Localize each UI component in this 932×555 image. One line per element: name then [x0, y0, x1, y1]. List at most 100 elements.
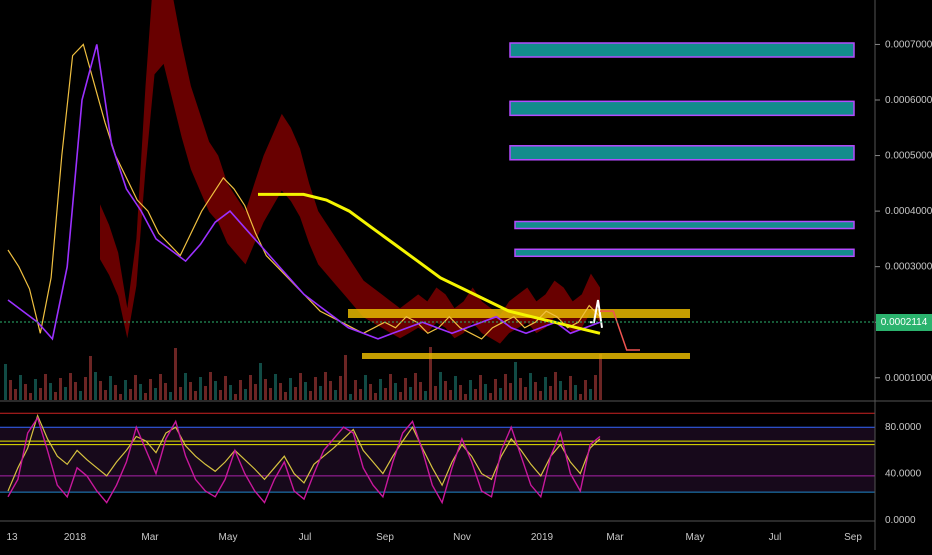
volume-bar [264, 379, 267, 400]
target-box [509, 42, 855, 58]
volume-bar [569, 376, 572, 400]
volume-bar [444, 381, 447, 400]
volume-bar [314, 377, 317, 400]
volume-bar [539, 391, 542, 400]
volume-bar [389, 374, 392, 400]
volume-bar [364, 375, 367, 400]
volume-bar [324, 372, 327, 400]
volume-bar [84, 377, 87, 400]
volume-bar [254, 384, 257, 400]
target-box [509, 100, 855, 117]
volume-bar [9, 380, 12, 400]
volume-bar [504, 374, 507, 400]
volume-bar [529, 373, 532, 400]
volume-bar [599, 354, 602, 400]
volume-bar [554, 372, 557, 400]
volume-bar [139, 384, 142, 400]
volume-bar [4, 364, 7, 400]
volume-bar [479, 375, 482, 400]
volume-bar [489, 393, 492, 400]
volume-bar [594, 375, 597, 400]
volume-bar [499, 388, 502, 400]
volume-bar [274, 374, 277, 400]
y-tick-label: 0.0007000 [885, 39, 932, 50]
volume-bar [129, 389, 132, 400]
osc-y-tick-label: 80.0000 [885, 422, 922, 433]
volume-bar [404, 378, 407, 400]
volume-bar [309, 391, 312, 400]
volume-bar [469, 380, 472, 400]
volume-bar [74, 382, 77, 400]
volume-bar [339, 376, 342, 400]
x-tick-label: 2018 [64, 532, 87, 543]
x-tick-label: Mar [141, 532, 159, 543]
volume-bar [144, 393, 147, 400]
x-tick-label: 2019 [531, 532, 554, 543]
price-panel [0, 0, 875, 400]
volume-bar [159, 374, 162, 400]
y-tick-label: 0.0004000 [885, 206, 932, 217]
volume-bar [229, 385, 232, 400]
oscillator-panel [0, 412, 875, 505]
volume-bar [219, 390, 222, 400]
x-tick-label: Jul [299, 532, 312, 543]
range-box [362, 353, 690, 359]
y-tick-label: 0.0003000 [885, 262, 932, 273]
volume-bar [409, 387, 412, 400]
x-tick-label: Sep [376, 532, 394, 543]
y-tick-label: 0.0006000 [885, 95, 932, 106]
price-chart[interactable]: 0.00010000.00020000.00030000.00040000.00… [0, 0, 932, 550]
volume-bar [354, 380, 357, 400]
volume-bar [559, 381, 562, 400]
volume-bar [99, 381, 102, 400]
volume-bar [119, 394, 122, 400]
volume-bar [109, 376, 112, 400]
x-tick-label: Mar [606, 532, 624, 543]
volume-bar [424, 391, 427, 400]
x-tick-label: May [686, 532, 705, 543]
volume-bar [269, 388, 272, 400]
volume-bar [169, 392, 172, 400]
volume-bar [279, 383, 282, 400]
volume-bar [299, 373, 302, 400]
volume-bar [149, 379, 152, 400]
volume-bar [494, 379, 497, 400]
y-tick-label: 0.0005000 [885, 151, 932, 162]
chart-canvas: 0.00010000.00020000.00030000.00040000.00… [0, 0, 932, 550]
x-tick-label: May [219, 532, 238, 543]
volume-bar [564, 390, 567, 400]
volume-bar [59, 378, 62, 400]
volume-bar [449, 390, 452, 400]
volume-bar [399, 392, 402, 400]
volume-bar [14, 389, 17, 400]
target-box [514, 248, 855, 258]
last-price-label: 0.0002114 [876, 314, 932, 331]
volume-bar [194, 391, 197, 400]
volume-bar [344, 355, 347, 400]
y-tick-label: 0.0001000 [885, 373, 932, 384]
volume-bar [544, 377, 547, 400]
volume-bar [64, 387, 67, 400]
volume-bar [414, 373, 417, 400]
volume-bar [89, 356, 92, 400]
volume-bar [294, 387, 297, 400]
volume-bar [384, 388, 387, 400]
volume-bar [234, 394, 237, 400]
volume-bar [244, 389, 247, 400]
oscillator-band [0, 427, 875, 493]
volume-bar [49, 383, 52, 400]
volume-bar [379, 379, 382, 400]
volume-bar [69, 373, 72, 400]
target-box [514, 220, 855, 230]
volume-bar [334, 390, 337, 400]
volume-bar [114, 385, 117, 400]
volume-bar [224, 376, 227, 400]
volume-bar [419, 382, 422, 400]
volume-bar [319, 386, 322, 400]
volume-bar [174, 348, 177, 400]
volume-bar [574, 385, 577, 400]
volume-bar [154, 388, 157, 400]
volume-bar [464, 394, 467, 400]
volume-bar [584, 380, 587, 400]
volume-bar [29, 393, 32, 400]
